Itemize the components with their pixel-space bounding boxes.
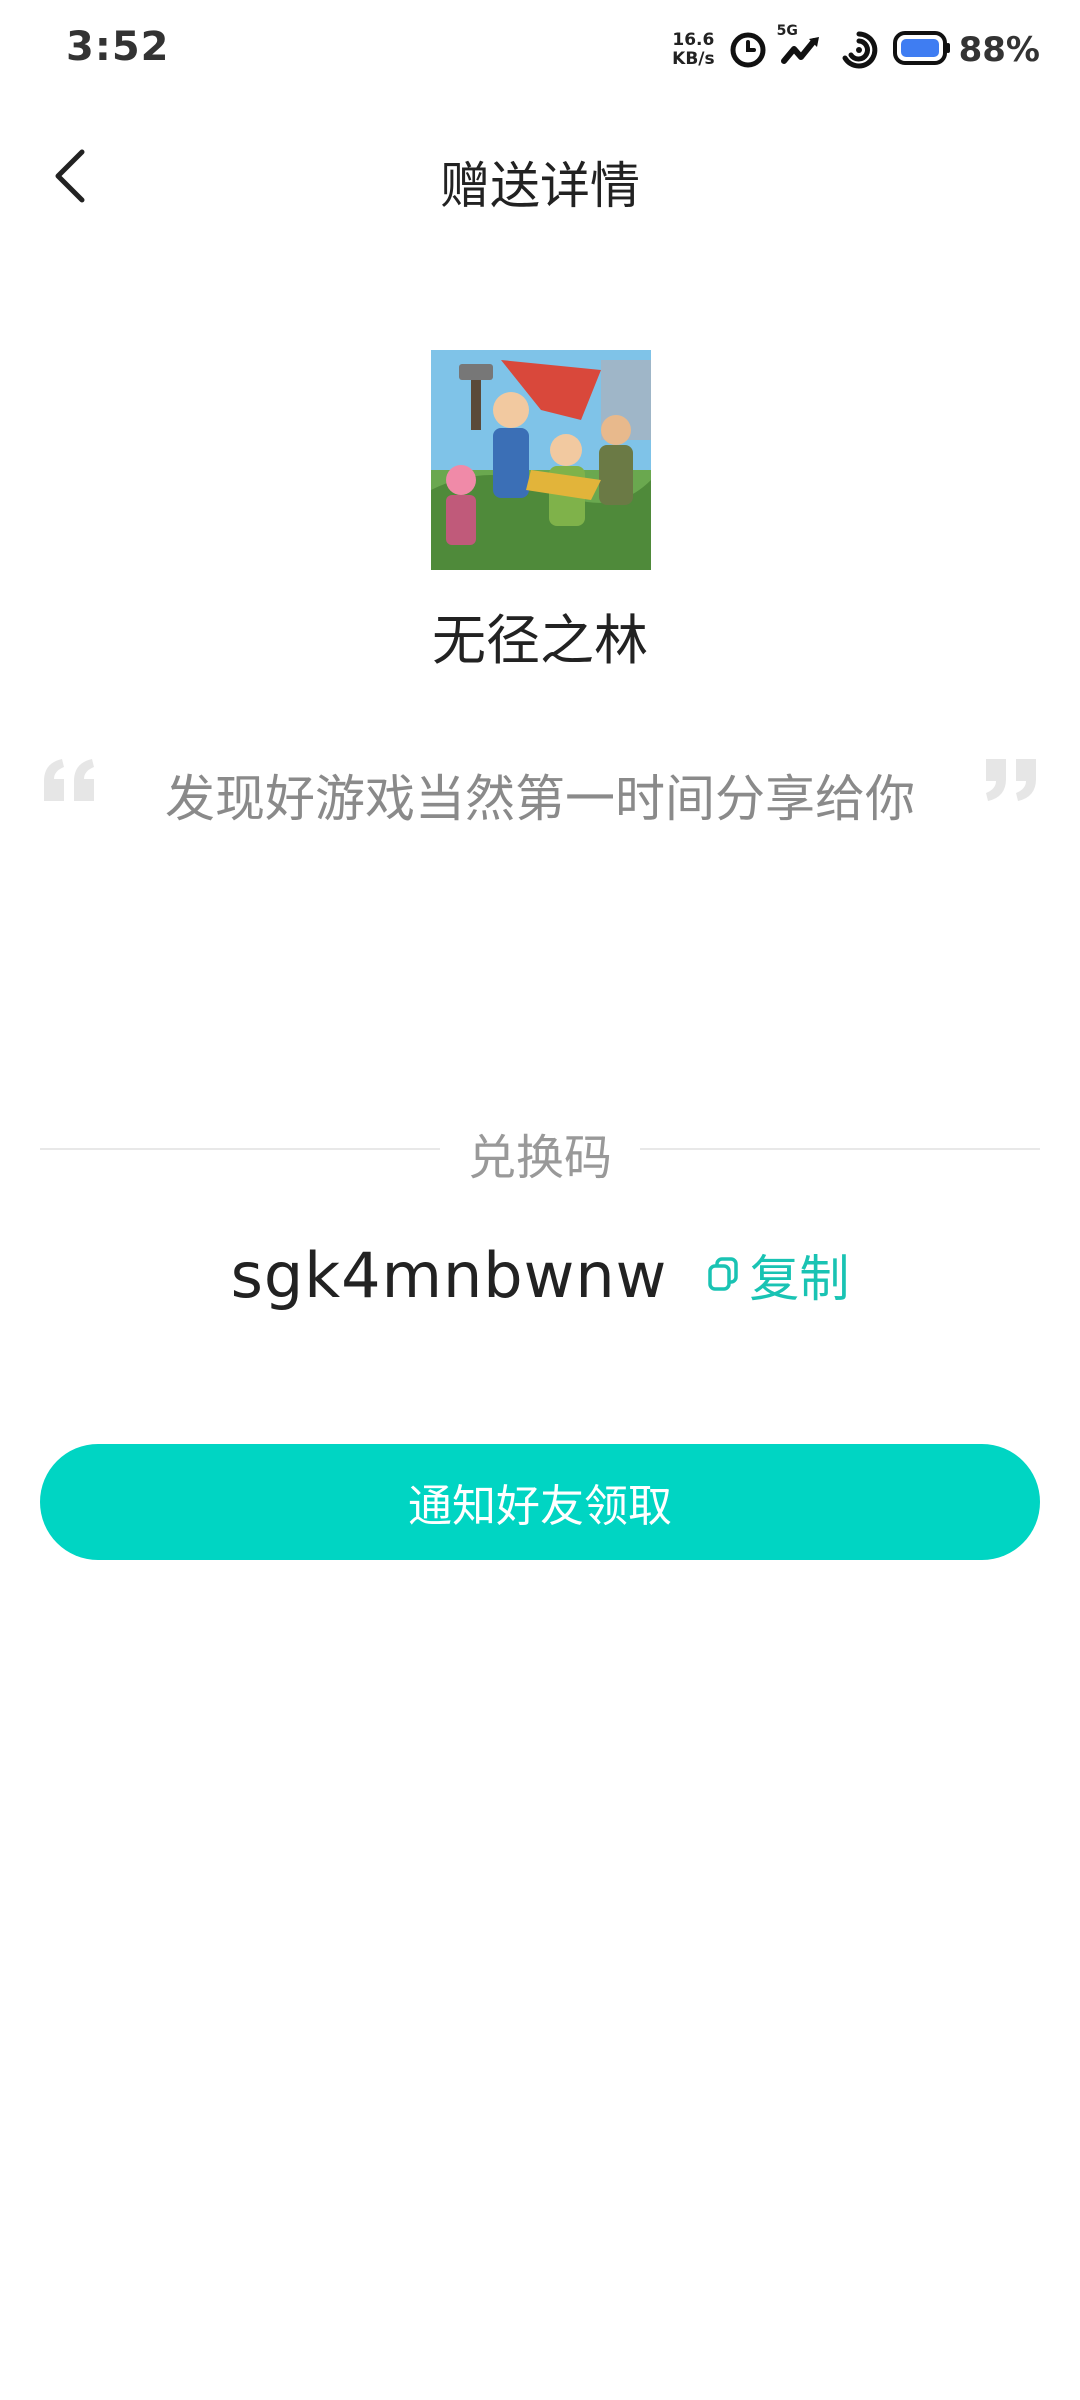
quote-text: 发现好游戏当然第一时间分享给你 — [165, 770, 915, 828]
copy-label: 复制 — [749, 1250, 850, 1308]
status-icons: 16.6 KB/s 5G 88% — [672, 22, 1040, 78]
close-quote-icon — [980, 755, 1040, 809]
battery-icon — [892, 31, 951, 69]
alarm-icon — [729, 31, 767, 69]
redeem-code: sgk4mnbwnw — [230, 1238, 668, 1312]
page-title: 赠送详情 — [440, 157, 640, 215]
copy-button[interactable]: 复制 — [707, 1239, 849, 1311]
status-bar: 3:52 16.6 KB/s 5G 88% — [0, 0, 1080, 100]
network-speed-unit: KB/s — [672, 49, 715, 69]
signal-icon: 5G — [777, 23, 825, 69]
redeem-label: 兑换码 — [467, 1130, 612, 1186]
battery-indicator: 88% — [892, 30, 1040, 70]
hotspot-icon — [839, 30, 879, 70]
header: 赠送详情 — [0, 130, 1080, 226]
divider-right — [640, 1148, 1040, 1150]
signal-label: 5G — [776, 23, 798, 39]
notify-friend-button[interactable]: 通知好友领取 — [40, 1444, 1040, 1560]
game-cover-image — [431, 350, 651, 570]
redeem-section-header: 兑换码 — [40, 1118, 1040, 1186]
network-speed-value: 16.6 — [672, 30, 715, 50]
gift-detail-screen: 3:52 16.6 KB/s 5G 88% 赠送详情 无径之林 发现好游戏当然第… — [0, 0, 1080, 2400]
game-name: 无径之林 — [432, 609, 648, 672]
redeem-code-row: sgk4mnbwnw 复制 — [0, 1235, 1080, 1315]
copy-icon — [707, 1246, 739, 1304]
network-speed: 16.6 KB/s — [672, 31, 714, 69]
status-time: 3:52 — [66, 24, 170, 70]
share-quote: 发现好游戏当然第一时间分享给你 — [40, 755, 1040, 828]
battery-percent: 88% — [958, 30, 1040, 70]
